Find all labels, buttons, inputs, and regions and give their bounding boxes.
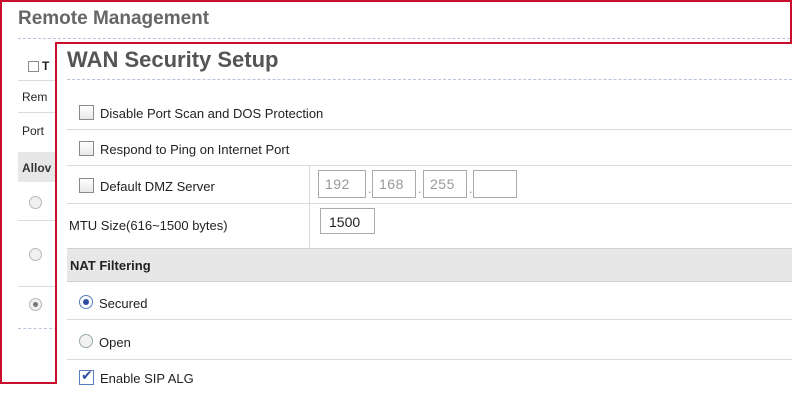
nat-open-label: Open <box>99 335 131 350</box>
dmz-ip-octet-1[interactable]: 192 <box>318 170 366 198</box>
nat-open-row: Open <box>67 320 792 360</box>
respond-ping-checkbox[interactable] <box>79 141 94 156</box>
mtu-row: MTU Size(616~1500 bytes) 1500 <box>67 204 792 248</box>
nat-secured-radio[interactable] <box>79 295 93 309</box>
dmz-ip-octet-3[interactable]: 255 <box>423 170 467 198</box>
disable-port-scan-row: Disable Port Scan and DOS Protection <box>67 96 792 130</box>
respond-ping-row: Respond to Ping on Internet Port <box>67 130 792 166</box>
allow-radio-1[interactable] <box>29 196 42 209</box>
dmz-ip-octet-4[interactable] <box>473 170 517 198</box>
remote-management-title: Remote Management <box>18 8 210 29</box>
dmz-checkbox[interactable] <box>79 178 94 193</box>
sip-alg-row: Enable SIP ALG <box>67 360 792 400</box>
dmz-row: Default DMZ Server 192 . 168 . 255 . <box>67 166 792 204</box>
allow-radio-3[interactable] <box>29 298 42 311</box>
respond-ping-label: Respond to Ping on Internet Port <box>100 142 290 157</box>
allow-radio-2[interactable] <box>29 248 42 261</box>
remote-management-checkbox[interactable] <box>28 61 39 72</box>
dmz-ip-octet-2[interactable]: 168 <box>372 170 416 198</box>
nat-filtering-heading: NAT Filtering <box>70 258 151 273</box>
remote-management-checkbox-label: T <box>42 59 50 73</box>
dmz-label: Default DMZ Server <box>100 179 215 194</box>
disable-port-scan-label: Disable Port Scan and DOS Protection <box>100 106 324 121</box>
disable-port-scan-checkbox[interactable] <box>79 105 94 120</box>
nat-open-radio[interactable] <box>79 334 93 348</box>
sip-alg-checkbox[interactable] <box>79 368 94 385</box>
wan-security-setup-panel: WAN Security Setup Disable Port Scan and… <box>55 42 792 386</box>
mtu-input[interactable]: 1500 <box>320 208 375 234</box>
nat-filtering-header: NAT Filtering <box>67 248 792 282</box>
nat-secured-label: Secured <box>99 296 148 311</box>
mtu-label: MTU Size(616~1500 bytes) <box>69 218 228 233</box>
wan-security-setup-title: WAN Security Setup <box>67 47 279 72</box>
column-divider <box>309 166 310 203</box>
nat-secured-row: Secured <box>67 282 792 320</box>
allow-section-label: Allov <box>22 161 52 175</box>
ip-dot: . <box>418 181 422 196</box>
divider <box>18 38 790 39</box>
divider <box>67 79 792 80</box>
column-divider <box>309 204 310 248</box>
